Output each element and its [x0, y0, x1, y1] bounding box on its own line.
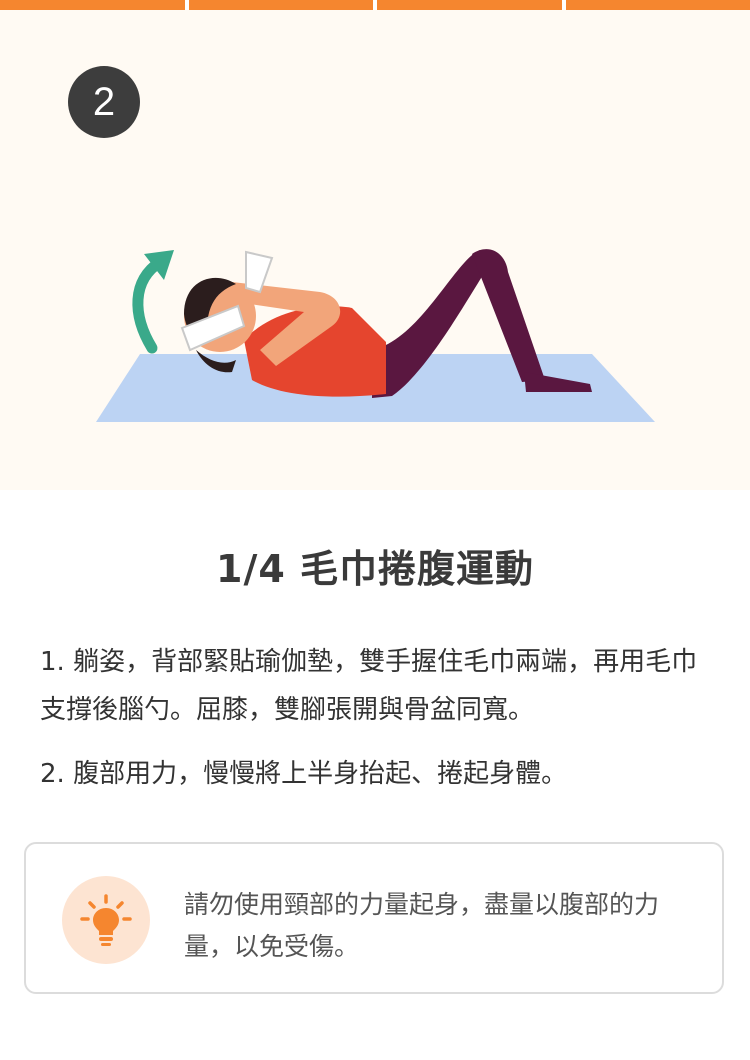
curl-up-arrow-icon [132, 250, 174, 354]
progress-segment-2 [188, 0, 373, 10]
crunch-illustration [96, 249, 655, 422]
progress-bar [0, 0, 750, 10]
lightbulb-icon [62, 876, 150, 964]
instruction-step-1: 1. 躺姿，背部緊貼瑜伽墊，雙手握住毛巾兩端，再用毛巾支撐後腦勺。屈膝，雙腳張開… [40, 647, 698, 725]
exercise-illustration-panel: 2 [0, 10, 750, 490]
exercise-title: 1/4 毛巾捲腹運動 [216, 547, 534, 591]
tip-text: 請勿使用頸部的力量起身，盡量以腹部的力量，以免受傷。 [184, 890, 660, 961]
progress-segment-3 [377, 0, 562, 10]
instruction-step-2: 2. 腹部用力，慢慢將上半身抬起、捲起身體。 [40, 759, 568, 789]
progress-segment-1 [0, 0, 185, 10]
progress-segment-4 [565, 0, 750, 10]
tip-card: 請勿使用頸部的力量起身，盡量以腹部的力量，以免受傷。 [24, 842, 724, 994]
instruction-list: 1. 躺姿，背部緊貼瑜伽墊，雙手握住毛巾兩端，再用毛巾支撐後腦勺。屈膝，雙腳張開… [40, 638, 720, 814]
